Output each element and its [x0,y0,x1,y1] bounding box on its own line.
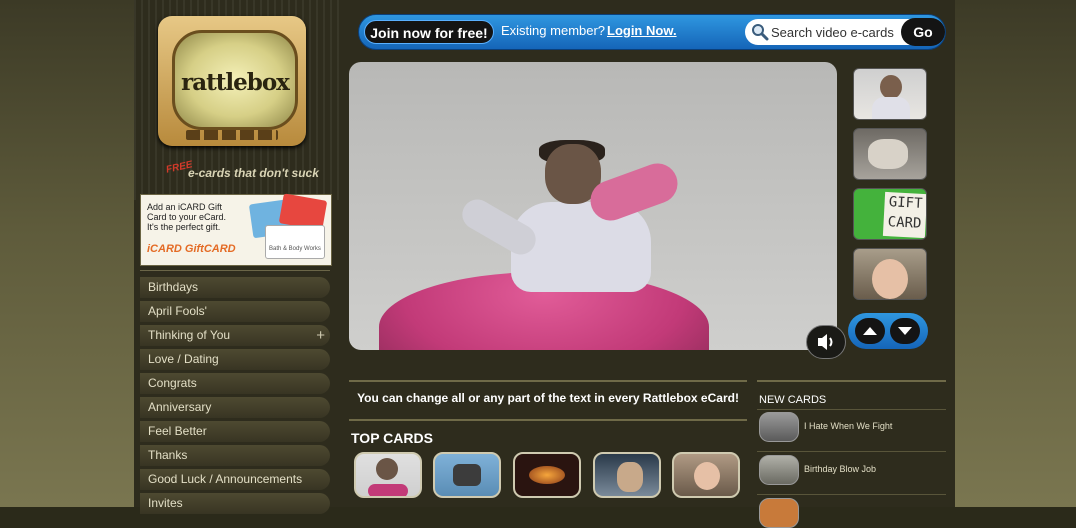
scroll-down-button[interactable] [890,318,920,344]
ad-brand: iCARD GiftCARD [147,243,236,255]
go-button[interactable]: Go [901,18,945,46]
new-card-link[interactable]: Birthday Blow Job [804,464,876,474]
top-card-thumbnail[interactable] [433,452,501,498]
sidebar-item-label: Thanks [148,448,188,462]
new-cards-title: NEW CARDS [759,394,827,406]
sidebar-item-invites[interactable]: Invites [140,493,330,514]
sidebar-item-label: Thinking of You [148,328,231,342]
tagline: FREE e-cards that don't suck [165,159,336,182]
volume-button[interactable] [806,325,846,359]
top-card-thumbnail[interactable] [672,452,740,498]
section-divider [349,380,747,382]
rattlebox-logo[interactable]: rattlebox [158,16,306,146]
video-thumbnail[interactable] [853,128,927,180]
triangle-up-icon [863,327,877,335]
top-card-thumbnail[interactable] [593,452,661,498]
tv-screen: rattlebox [172,30,298,130]
new-card-thumbnail[interactable] [759,412,799,442]
speaker-icon [818,334,833,350]
new-card-link[interactable]: I Hate When We Fight [804,421,892,431]
sidebar-item-feel-better[interactable]: Feel Better [140,421,330,442]
sidebar-item-label: Congrats [148,376,197,390]
login-now-link[interactable]: Login Now. [607,23,677,38]
top-card-thumbnail[interactable] [513,452,581,498]
page-background-left [0,0,134,507]
sidebar-item-anniversary[interactable]: Anniversary [140,397,330,418]
sidebar-item-label: Anniversary [148,400,212,414]
video-thumbnail[interactable] [853,68,927,120]
tv-knobs [186,130,278,140]
sidebar-item-label: Feel Better [148,424,207,438]
sidebar-item-birthdays[interactable]: Birthdays [140,277,330,298]
sidebar-item-label: Invites [148,496,183,510]
section-divider [757,380,946,382]
sidebar-item-thinking-of-you[interactable]: Thinking of You + [140,325,330,346]
info-text: You can change all or any part of the te… [357,391,739,405]
search-input[interactable] [771,22,901,42]
sidebar-item-congrats[interactable]: Congrats [140,373,330,394]
list-divider [757,451,946,452]
sidebar-item-good-luck[interactable]: Good Luck / Announcements [140,469,330,490]
section-divider [349,419,747,421]
scroll-up-button[interactable] [855,318,885,344]
search-icon [752,24,769,41]
thumbnail-scroll-controls [848,313,928,349]
page-background-right [955,0,1076,507]
existing-member-text: Existing member? [501,23,606,38]
tagline-text: e-cards that don't suck [188,166,319,180]
sidebar-item-april-fools[interactable]: April Fools' [140,301,330,322]
list-divider [757,409,946,410]
logo-text: rattlebox [181,69,290,96]
expand-plus-icon[interactable]: + [316,325,325,346]
sidebar-item-love-dating[interactable]: Love / Dating [140,349,330,370]
triangle-down-icon [898,327,912,335]
list-divider [757,494,946,495]
search-box: Go [745,18,945,46]
top-bar: Join now for free! Existing member? Logi… [358,14,946,50]
sidebar-item-thanks[interactable]: Thanks [140,445,330,466]
video-thumbnail[interactable] [853,248,927,300]
top-card-thumbnail[interactable] [354,452,422,498]
top-cards-title: TOP CARDS [351,430,433,446]
sidebar-item-label: April Fools' [148,304,207,318]
sidebar-divider [140,270,330,271]
join-now-button[interactable]: Join now for free! [364,20,494,44]
gift-card-text: GIFT CARD [882,191,926,239]
sidebar-item-label: Love / Dating [148,352,219,366]
video-thumbnail-gift-card[interactable]: GIFT CARD [853,188,927,240]
sidebar-item-label: Good Luck / Announcements [148,472,303,486]
icard-gift-card-ad[interactable]: Add an iCARD Gift Card to your eCard. It… [140,193,332,266]
sidebar-item-label: Birthdays [148,280,199,294]
video-player[interactable] [349,62,837,350]
new-card-thumbnail[interactable] [759,455,799,485]
new-card-thumbnail[interactable] [759,498,799,528]
video-frame-arm [456,194,542,260]
ad-card-image: Bath & Body Works [265,225,325,259]
ad-text: Add an iCARD Gift Card to your eCard. It… [147,202,227,232]
